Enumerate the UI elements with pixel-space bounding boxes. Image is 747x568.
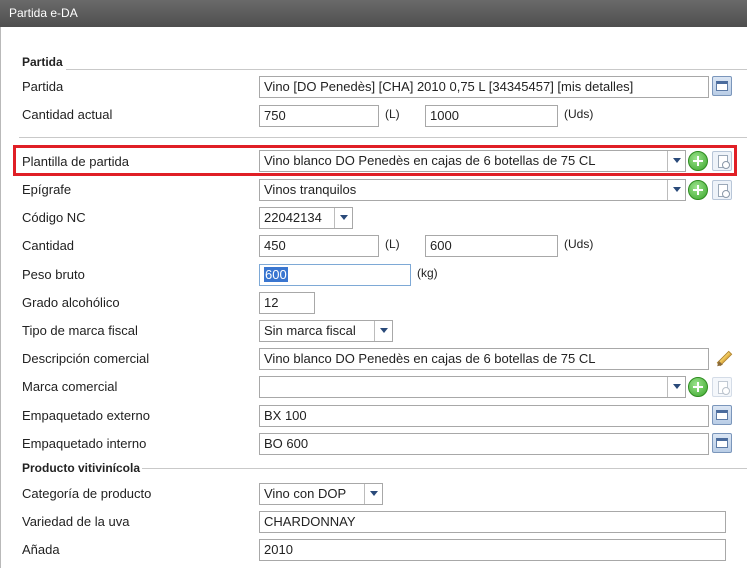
cantidad-litros-field[interactable]: 450 [259, 235, 379, 257]
categoria-select[interactable]: Vino con DOP [259, 483, 383, 505]
tipo-marca-value: Sin marca fiscal [264, 323, 356, 338]
partida-field[interactable]: Vino [DO Penedès] [CHA] 2010 0,75 L [343… [259, 76, 709, 98]
peso-bruto-value: 600 [264, 267, 288, 282]
cantidad-uds-field[interactable]: 600 [425, 235, 558, 257]
view-details-icon[interactable] [712, 377, 732, 397]
add-icon[interactable] [688, 180, 708, 200]
section-divider [142, 468, 747, 469]
epigrafe-combo[interactable]: Vinos tranquilos [259, 179, 686, 201]
chevron-down-icon[interactable] [374, 321, 392, 341]
label-tipo-marca: Tipo de marca fiscal [22, 323, 138, 338]
grado-field[interactable]: 12 [259, 292, 315, 314]
cantidad-actual-uds-field[interactable]: 1000 [425, 105, 558, 127]
add-icon[interactable] [688, 377, 708, 397]
emp-interno-field[interactable]: BO 600 [259, 433, 709, 455]
view-details-icon[interactable] [712, 180, 732, 200]
chevron-down-icon[interactable] [667, 377, 685, 397]
chevron-down-icon[interactable] [667, 180, 685, 200]
highlight-box [13, 145, 737, 176]
descripcion-field[interactable]: Vino blanco DO Penedès en cajas de 6 bot… [259, 348, 709, 370]
unit-kg: (kg) [417, 266, 438, 280]
label-anada: Añada [22, 542, 60, 557]
open-window-icon[interactable] [712, 76, 732, 96]
label-descripcion: Descripción comercial [22, 351, 150, 366]
open-window-icon[interactable] [712, 405, 732, 425]
codigo-nc-value: 22042134 [264, 210, 322, 225]
label-partida: Partida [22, 79, 64, 94]
label-codigo-nc: Código NC [22, 210, 86, 225]
label-emp-interno: Empaquetado interno [22, 436, 147, 451]
variedad-field[interactable]: CHARDONNAY [259, 511, 726, 533]
edit-pencil-icon[interactable] [713, 349, 733, 369]
label-peso-bruto: Peso bruto [22, 267, 85, 282]
section-title-producto: Producto vitivinícola [22, 461, 141, 475]
tipo-marca-select[interactable]: Sin marca fiscal [259, 320, 393, 342]
window-title: Partida e-DA [9, 6, 78, 20]
chevron-down-icon[interactable] [334, 208, 352, 228]
categoria-value: Vino con DOP [264, 486, 347, 501]
epigrafe-value: Vinos tranquilos [264, 182, 357, 197]
label-marca-comercial: Marca comercial [22, 379, 118, 394]
peso-bruto-field[interactable]: 600 [259, 264, 411, 286]
window-title-bar: Partida e-DA [0, 0, 747, 27]
label-cantidad-actual: Cantidad actual [22, 107, 113, 122]
label-emp-externo: Empaquetado externo [22, 408, 150, 423]
section-divider [19, 137, 747, 138]
unit-uds: (Uds) [564, 237, 594, 251]
emp-externo-field[interactable]: BX 100 [259, 405, 709, 427]
label-epigrafe: Epígrafe [22, 182, 72, 197]
unit-uds: (Uds) [564, 107, 594, 121]
unit-litros: (L) [385, 107, 400, 121]
section-divider [66, 69, 747, 70]
marca-comercial-combo[interactable] [259, 376, 686, 398]
section-title-partida: Partida [22, 55, 63, 69]
open-window-icon[interactable] [712, 433, 732, 453]
chevron-down-icon[interactable] [364, 484, 382, 504]
unit-litros: (L) [385, 237, 400, 251]
cantidad-actual-litros-field[interactable]: 750 [259, 105, 379, 127]
label-grado: Grado alcohólico [22, 295, 120, 310]
label-cantidad: Cantidad [22, 238, 75, 253]
codigo-nc-select[interactable]: 22042134 [259, 207, 353, 229]
label-categoria: Categoría de producto [22, 486, 152, 501]
label-variedad: Variedad de la uva [22, 514, 130, 529]
anada-field[interactable]: 2010 [259, 539, 726, 561]
